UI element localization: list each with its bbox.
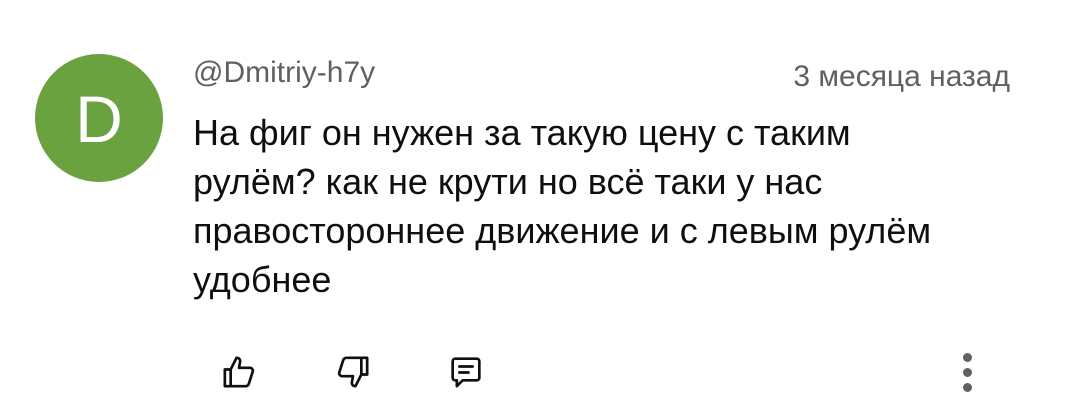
more-vertical-icon[interactable] <box>942 342 992 402</box>
avatar[interactable]: D <box>35 54 163 182</box>
comment-text: На фиг он нужен за такую цену с таким ру… <box>193 108 1023 304</box>
dislike-button[interactable] <box>325 344 381 400</box>
comment-text-line: На фиг он нужен за такую цену с таким <box>193 112 851 153</box>
comment-timestamp[interactable]: 3 месяца назад <box>793 60 1010 94</box>
comment-text-line: рулём? как не крути но всё таки у нас <box>193 161 823 202</box>
menu-dot <box>962 382 972 392</box>
comment-text-line: удобнее <box>193 259 332 300</box>
comment-item: D @Dmitriy-h7y 3 месяца назад На фиг он … <box>0 0 1080 408</box>
comment-icon <box>451 357 481 388</box>
comment-text-line: правостороннее движение и с левым рулём <box>193 210 932 251</box>
thumbs-down-icon <box>337 356 369 388</box>
comment-author[interactable]: @Dmitriy-h7y <box>193 56 375 90</box>
avatar-letter: D <box>75 82 123 156</box>
thumbs-up-icon <box>223 356 255 388</box>
like-button[interactable] <box>211 344 267 400</box>
menu-dot <box>962 352 972 362</box>
reply-button[interactable] <box>438 344 494 400</box>
menu-dot <box>962 367 972 377</box>
